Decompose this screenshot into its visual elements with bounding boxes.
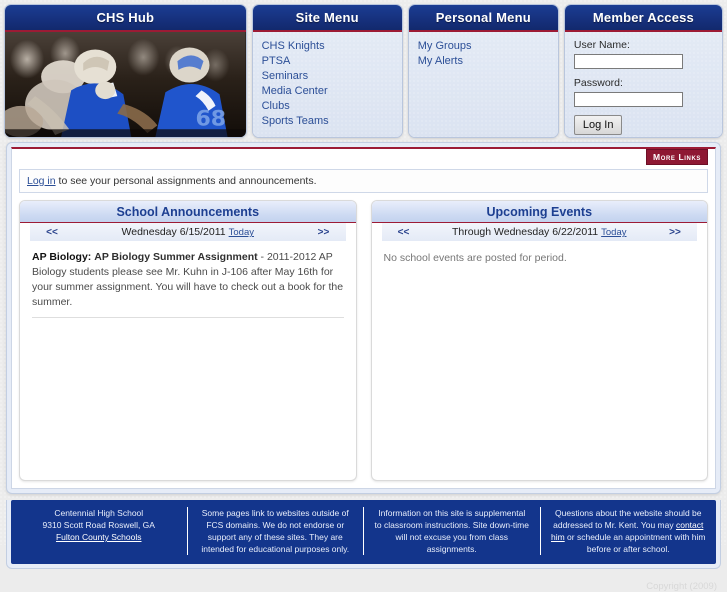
footer-column-address: Centennial High School 9310 Scott Road R… (11, 507, 188, 555)
login-notice-text: to see your personal assignments and ann… (55, 175, 317, 187)
username-input[interactable] (573, 54, 683, 69)
log-in-button[interactable]: Log In (573, 115, 623, 135)
footer-district-link[interactable]: Fulton County Schools (56, 532, 142, 542)
events-next-button[interactable]: >> (653, 227, 697, 238)
main-content-inner: More Links Log in to see your personal a… (11, 147, 716, 489)
school-announcements-title: School Announcements (20, 201, 356, 223)
panel-personal-menu-title: Personal Menu (408, 5, 558, 32)
events-empty-message: No school events are posted for period. (383, 252, 567, 264)
password-label: Password: (573, 77, 623, 89)
announcements-today-link[interactable]: Today (229, 227, 254, 238)
more-links-button[interactable]: More Links (646, 149, 708, 165)
events-prev-button[interactable]: << (382, 227, 426, 238)
footer-school-name: Centennial High School (54, 508, 144, 518)
panel-school-announcements: School Announcements << Wednesday 6/15/2… (19, 200, 357, 481)
panel-chs-hub-title: CHS Hub (5, 5, 246, 32)
announcements-list: AP Biology: AP Biology Summer Assignment… (20, 241, 356, 480)
site-menu-item-seminars[interactable]: Seminars (262, 69, 402, 84)
footer-column-disclaimer: Information on this site is supplemental… (364, 507, 541, 555)
page-root: CHS Hub 68 Site Menu CHS Knights PTSA Se… (0, 0, 727, 592)
panel-chs-hub: CHS Hub 68 (4, 4, 247, 138)
panel-member-access: Member Access User Name: Password: Log I… (563, 4, 723, 138)
announcement-item: AP Biology: AP Biology Summer Assignment… (32, 250, 344, 318)
footer-contact-post: or schedule an appointment with him befo… (564, 532, 706, 554)
announcement-title: AP Biology Summer Assignment (94, 251, 258, 263)
login-notice-link[interactable]: Log in (27, 175, 56, 187)
footer-school-address: 9310 Scott Road Roswell, GA (42, 520, 155, 530)
svg-text:68: 68 (195, 107, 226, 132)
footer-column-contact: Questions about the website should be ad… (541, 507, 717, 555)
panel-personal-menu: Personal Menu My Groups My Alerts (407, 4, 559, 138)
upcoming-events-title: Upcoming Events (371, 201, 707, 223)
site-menu-item-ptsa[interactable]: PTSA (262, 54, 402, 69)
footer-container: Centennial High School 9310 Scott Road R… (6, 500, 721, 569)
announcement-course: AP Biology: (32, 251, 92, 263)
football-action-photo: 68 (5, 32, 246, 137)
more-links-row: More Links (12, 149, 715, 169)
password-input[interactable] (573, 92, 683, 107)
site-menu-item-sports-teams[interactable]: Sports Teams (262, 114, 402, 129)
football-photo-graphic: 68 (5, 32, 246, 137)
footer: Centennial High School 9310 Scott Road R… (11, 500, 716, 564)
events-date-navigation: << Through Wednesday 6/22/2011 Today >> (381, 223, 697, 241)
panel-site-menu: Site Menu CHS Knights PTSA Seminars Medi… (251, 4, 403, 138)
announcements-next-button[interactable]: >> (302, 227, 346, 238)
announcements-prev-button[interactable]: << (30, 227, 74, 238)
events-list: No school events are posted for period. (372, 241, 708, 480)
panel-site-menu-title: Site Menu (252, 5, 402, 32)
events-today-link[interactable]: Today (601, 227, 626, 238)
personal-menu-item-my-groups[interactable]: My Groups (418, 39, 558, 54)
login-notice-bar: Log in to see your personal assignments … (19, 169, 708, 193)
announcements-date-display: Wednesday 6/15/2011 Today (74, 226, 302, 238)
announcements-date-navigation: << Wednesday 6/15/2011 Today >> (30, 223, 346, 241)
copyright-text: Copyright (2009) (646, 581, 717, 592)
site-menu-list: CHS Knights PTSA Seminars Media Center C… (252, 32, 402, 137)
site-menu-item-chs-knights[interactable]: CHS Knights (262, 39, 402, 54)
footer-column-external-links: Some pages link to websites outside of F… (188, 507, 364, 555)
main-content-container: More Links Log in to see your personal a… (6, 142, 721, 494)
personal-menu-list: My Groups My Alerts (408, 32, 558, 137)
top-panel-row: CHS Hub 68 Site Menu CHS Knights PTSA Se… (0, 0, 727, 138)
personal-menu-item-my-alerts[interactable]: My Alerts (418, 54, 558, 69)
username-label: User Name: (573, 39, 630, 51)
site-menu-item-clubs[interactable]: Clubs (262, 99, 402, 114)
panel-upcoming-events: Upcoming Events << Through Wednesday 6/2… (370, 200, 708, 481)
member-access-form: User Name: Password: Log In (564, 32, 722, 137)
events-date-display: Through Wednesday 6/22/2011 Today (426, 226, 654, 238)
announcement-text: AP Biology: AP Biology Summer Assignment… (32, 250, 344, 310)
events-date-text: Through Wednesday 6/22/2011 (452, 226, 599, 238)
content-columns: School Announcements << Wednesday 6/15/2… (12, 200, 715, 488)
announcements-date-text: Wednesday 6/15/2011 (121, 226, 226, 238)
site-menu-item-media-center[interactable]: Media Center (262, 84, 402, 99)
panel-member-access-title: Member Access (564, 5, 722, 32)
